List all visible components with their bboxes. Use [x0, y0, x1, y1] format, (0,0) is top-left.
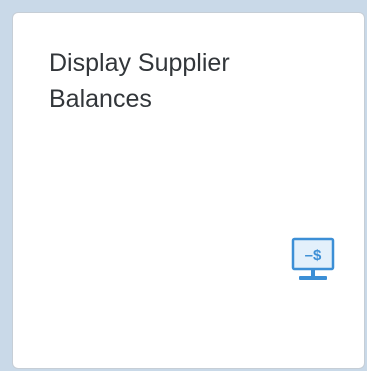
- display-balance-dollar-icon: –$: [291, 237, 335, 285]
- tile-title-line-1: Display Supplier: [49, 49, 230, 77]
- launchpad-background: Display Supplier Balances –$: [0, 0, 367, 371]
- tile-title-line-2: Balances: [49, 85, 152, 113]
- icon-glyph-text: –$: [305, 247, 322, 264]
- tile-title: Display Supplier Balances: [49, 45, 329, 117]
- app-tile-display-supplier-balances[interactable]: Display Supplier Balances –$: [12, 12, 365, 369]
